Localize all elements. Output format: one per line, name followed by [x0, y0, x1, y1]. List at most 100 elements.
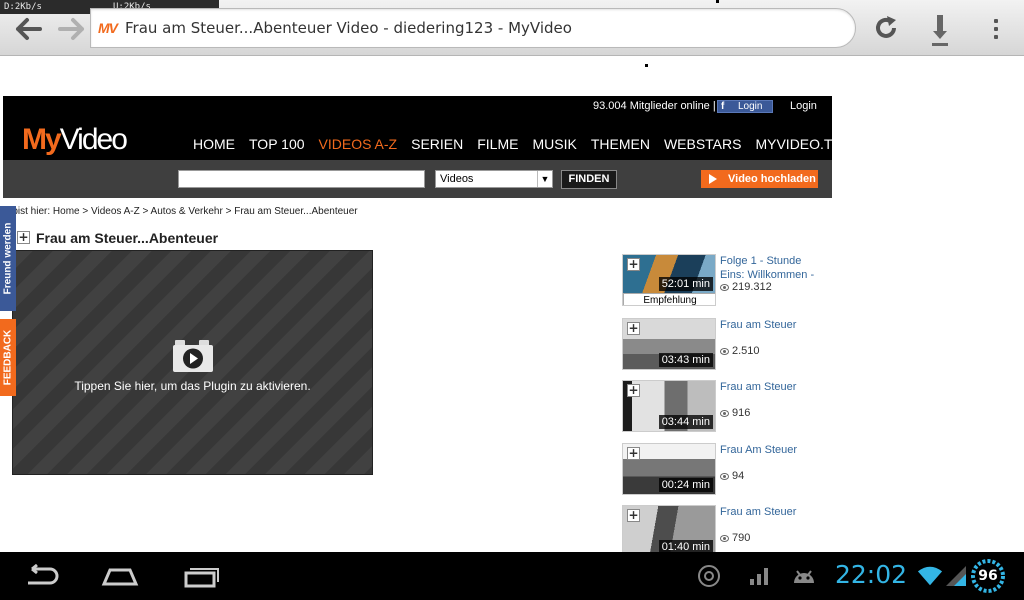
related-video-title[interactable]: Frau am Steuer — [720, 318, 820, 332]
chrome-icon — [698, 565, 720, 587]
view-count: 219.312 — [720, 281, 772, 293]
video-player-plugin[interactable]: Tippen Sie hier, um das Plugin zu aktivi… — [12, 250, 373, 475]
logo-video: Video — [59, 123, 128, 156]
video-duration: 00:24 min — [658, 478, 713, 492]
android-back-button[interactable] — [18, 562, 62, 590]
nav-webstars[interactable]: WEBSTARS — [664, 136, 742, 152]
view-count-value: 916 — [732, 407, 751, 419]
feedback-tab-label: FEEDBACK — [2, 329, 14, 386]
search-bar: Videos ▼ FINDEN Video hochladen — [3, 160, 832, 198]
facebook-login-button[interactable]: f Login — [717, 100, 773, 113]
video-title: Frau am Steuer...Abenteuer — [36, 230, 219, 246]
nav-home[interactable]: HOME — [193, 136, 235, 152]
plugin-activation-message: Tippen Sie hier, um das Plugin zu aktivi… — [74, 379, 311, 393]
wifi-icon — [917, 566, 943, 586]
side-tabs: Freund werden FEEDBACK — [0, 206, 16, 396]
add-to-playlist-icon[interactable]: + — [627, 322, 640, 335]
download-indicator[interactable] — [926, 12, 954, 48]
eye-icon — [720, 409, 729, 417]
dot-icon — [994, 27, 998, 31]
nav-myvideo-tv[interactable]: MYVIDEO.TV — [755, 136, 841, 152]
myvideo-logo[interactable]: MyVideo — [22, 123, 128, 157]
logo-my: My — [22, 123, 62, 156]
android-notification-icon — [791, 564, 817, 588]
home-icon — [101, 568, 139, 586]
cell-signal-icon — [946, 566, 966, 586]
login-link[interactable]: Login — [790, 100, 817, 112]
facebook-icon: f — [721, 101, 725, 112]
add-to-playlist-icon[interactable]: + — [627, 509, 640, 522]
related-video-title[interactable]: Frau am Steuer — [720, 505, 820, 519]
site-header: 93.004 Mitglieder online | f Login Login… — [3, 96, 842, 160]
video-duration: 03:44 min — [658, 415, 713, 429]
wifi-status — [917, 564, 943, 588]
add-to-playlist-icon[interactable]: + — [627, 384, 640, 397]
feedback-tab[interactable]: FEEDBACK — [0, 319, 16, 396]
net-download-rate: D:2Kb/s — [4, 2, 42, 12]
search-category-select[interactable]: Videos ▼ — [435, 170, 553, 188]
related-video-title[interactable]: Frau am Steuer — [720, 380, 820, 394]
dot-icon — [994, 35, 998, 39]
back-icon — [28, 564, 59, 585]
cell-signal-status — [943, 564, 969, 588]
view-count: 94 — [720, 470, 744, 482]
add-to-playlist-icon[interactable]: + — [627, 447, 640, 460]
signal-notification-icon — [746, 564, 772, 588]
facebook-friend-tab[interactable]: Freund werden — [0, 206, 16, 311]
related-video-title[interactable]: Frau Am Steuer — [720, 443, 820, 457]
video-duration: 03:43 min — [658, 353, 713, 367]
video-thumbnail[interactable]: + 52:01 min Empfehlung — [622, 254, 716, 306]
battery-indicator: 96 — [970, 558, 1006, 594]
video-duration: 52:01 min — [658, 277, 713, 291]
arrow-right-icon — [58, 18, 84, 40]
address-bar[interactable]: MV Frau am Steuer...Abenteuer Video - di… — [90, 8, 856, 48]
video-thumbnail[interactable]: + 03:44 min — [622, 380, 716, 432]
nav-videos-a-z[interactable]: VIDEOS A-Z — [319, 136, 398, 152]
download-icon — [932, 15, 948, 46]
dot-icon — [994, 19, 998, 23]
status-clock: 22:02 — [835, 560, 908, 589]
nav-musik[interactable]: MUSIK — [532, 136, 576, 152]
add-to-playlist-icon[interactable]: + — [17, 231, 30, 244]
video-thumbnail[interactable]: + 00:24 min — [622, 443, 716, 495]
eye-icon — [720, 283, 729, 291]
members-online: 93.004 Mitglieder online | — [593, 100, 716, 112]
nav-top-100[interactable]: TOP 100 — [249, 136, 305, 152]
stray-pixel — [645, 64, 648, 67]
android-recents-button[interactable] — [178, 562, 222, 590]
nav-themen[interactable]: THEMEN — [591, 136, 650, 152]
back-button[interactable] — [14, 14, 44, 44]
search-button[interactable]: FINDEN — [561, 170, 617, 189]
stray-pixel — [716, 0, 719, 3]
upload-video-button[interactable]: Video hochladen — [701, 170, 818, 188]
chrome-notification-icon — [696, 564, 722, 588]
site-favicon: MV — [98, 20, 118, 36]
reload-button[interactable] — [868, 10, 904, 46]
friend-tab-label: Freund werden — [2, 222, 14, 295]
android-robot-icon — [794, 570, 814, 583]
eye-icon — [720, 347, 729, 355]
view-count: 916 — [720, 407, 750, 419]
main-navigation: HOME TOP 100 VIDEOS A-Z SERIEN FILME MUS… — [193, 136, 856, 152]
search-input[interactable] — [178, 170, 425, 188]
view-count-value: 2.510 — [732, 345, 760, 357]
video-thumbnail[interactable]: + 01:40 min — [622, 505, 716, 557]
view-count-value: 790 — [732, 532, 751, 544]
upload-video-label: Video hochladen — [728, 173, 816, 185]
android-home-button[interactable] — [98, 562, 142, 590]
add-to-playlist-icon[interactable]: + — [627, 258, 640, 271]
view-count-value: 219.312 — [732, 281, 772, 293]
menu-button[interactable] — [986, 14, 1006, 44]
nav-serien[interactable]: SERIEN — [411, 136, 463, 152]
recent-apps-icon — [184, 568, 219, 588]
forward-button[interactable] — [56, 14, 86, 44]
eye-icon — [720, 472, 729, 480]
plugin-icon — [173, 340, 213, 372]
related-video-title[interactable]: Folge 1 - Stunde Eins: Willkommen - — [720, 254, 820, 282]
bar-chart-icon — [750, 568, 768, 585]
browser-toolbar: D:2Kb/s U:2Kb/s MV Frau am Steuer...Aben… — [0, 0, 1024, 56]
page-title-in-address-bar: Frau am Steuer...Abenteuer Video - diede… — [125, 19, 572, 37]
video-thumbnail[interactable]: + 03:43 min — [622, 318, 716, 370]
play-icon — [709, 174, 717, 184]
nav-filme[interactable]: FILME — [477, 136, 518, 152]
